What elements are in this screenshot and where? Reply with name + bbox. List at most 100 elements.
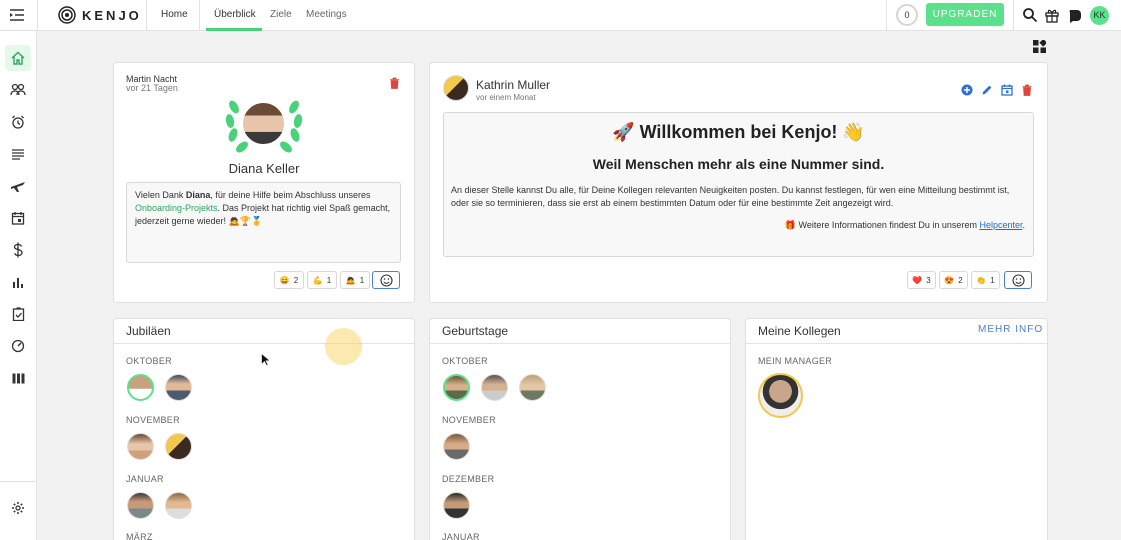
sidebar-item-documents[interactable] bbox=[5, 141, 31, 167]
reaction-count: 2 bbox=[958, 275, 963, 285]
gift-icon[interactable] bbox=[1044, 7, 1060, 23]
delete-icon[interactable] bbox=[389, 77, 400, 89]
reaction-button[interactable]: 🙇 1 bbox=[340, 271, 370, 289]
post-author[interactable]: Kathrin Muller bbox=[476, 78, 550, 92]
kudos-message: Vielen Dank Diana, für deine Hilfe beim … bbox=[126, 182, 401, 263]
top-bar: KENJO Home Überblick Ziele Meetings 0 UP… bbox=[0, 0, 1121, 31]
divider bbox=[0, 481, 37, 482]
welcome-help-line: 🎁 Weitere Informationen findest Du in un… bbox=[785, 220, 1025, 231]
sidebar-item-analytics[interactable] bbox=[5, 269, 31, 295]
reaction-button[interactable]: 👏 1 bbox=[971, 271, 1000, 289]
person-avatar[interactable] bbox=[127, 374, 154, 401]
person-avatar[interactable] bbox=[443, 492, 470, 519]
welcome-title: 🚀 Willkommen bei Kenjo! 👋 bbox=[612, 122, 865, 142]
anniversaries-card bbox=[113, 318, 415, 540]
sidebar-item-performance[interactable] bbox=[5, 333, 31, 359]
gauge-icon bbox=[11, 339, 25, 353]
kenjo-logo[interactable]: KENJO bbox=[58, 6, 142, 24]
add-circle-icon[interactable] bbox=[961, 84, 973, 96]
clipboard-check-icon bbox=[12, 307, 24, 321]
widget-grid-icon[interactable] bbox=[1033, 40, 1046, 53]
notification-counter[interactable]: 0 bbox=[896, 4, 918, 26]
reaction-count: 1 bbox=[990, 275, 995, 285]
reaction-button[interactable]: 😄 2 bbox=[274, 271, 304, 289]
sidebar-item-calendar[interactable] bbox=[5, 205, 31, 231]
upgrade-button[interactable]: UPGRADEN bbox=[926, 3, 1004, 26]
reaction-emoji: 💪 bbox=[312, 275, 323, 285]
reaction-count: 1 bbox=[359, 275, 365, 285]
person-avatar[interactable] bbox=[165, 492, 192, 519]
calendar-schedule-icon[interactable] bbox=[1001, 84, 1013, 96]
tab-ueberblick[interactable]: Überblick bbox=[214, 9, 256, 20]
reaction-count: 3 bbox=[926, 275, 931, 285]
person-avatar[interactable] bbox=[165, 433, 192, 460]
sidebar-item-home[interactable] bbox=[5, 45, 31, 71]
birthdays-title: Geburtstage bbox=[442, 324, 509, 338]
delete-icon[interactable] bbox=[1021, 84, 1033, 96]
edit-pencil-icon[interactable] bbox=[981, 84, 993, 96]
calendar-icon bbox=[11, 212, 25, 225]
click-highlight bbox=[325, 328, 362, 365]
divider bbox=[37, 0, 38, 31]
recipient-name: Diana Keller bbox=[228, 161, 300, 176]
kudos-project-link[interactable]: Onboarding-Projekts bbox=[135, 203, 218, 213]
tab-ziele[interactable]: Ziele bbox=[270, 9, 292, 20]
chat-icon[interactable] bbox=[1067, 7, 1083, 23]
dollar-icon bbox=[13, 242, 23, 258]
sidebar-item-people[interactable] bbox=[5, 77, 31, 103]
menu-collapse-icon[interactable] bbox=[9, 8, 25, 22]
search-icon[interactable] bbox=[1022, 7, 1038, 23]
person-avatar[interactable] bbox=[481, 374, 508, 401]
sidebar bbox=[0, 31, 37, 540]
nav-home[interactable]: Home bbox=[161, 9, 188, 20]
manager-avatar[interactable] bbox=[758, 373, 803, 418]
kudos-mention: Diana bbox=[185, 190, 211, 200]
divider bbox=[886, 0, 887, 31]
gear-icon bbox=[12, 502, 24, 514]
kenjo-logo-icon bbox=[58, 6, 76, 24]
reaction-emoji: ❤️ bbox=[912, 275, 923, 285]
sidebar-item-time-off[interactable] bbox=[5, 173, 31, 199]
person-avatar[interactable] bbox=[443, 433, 470, 460]
sidebar-item-settings[interactable] bbox=[5, 495, 31, 521]
person-avatar[interactable] bbox=[443, 374, 470, 401]
person-avatar[interactable] bbox=[127, 433, 154, 460]
reaction-button[interactable]: ❤️ 3 bbox=[907, 271, 936, 289]
author-avatar[interactable] bbox=[443, 75, 469, 101]
columns-icon bbox=[12, 373, 24, 383]
divider bbox=[746, 343, 1047, 344]
reaction-button[interactable]: 💪 1 bbox=[307, 271, 337, 289]
reaction-button[interactable]: 😍 2 bbox=[939, 271, 968, 289]
mouse-cursor-icon bbox=[261, 353, 270, 366]
colleagues-title: Meine Kollegen bbox=[758, 324, 841, 338]
month-label: OKTOBER bbox=[126, 356, 172, 366]
recipient-avatar[interactable] bbox=[241, 101, 286, 146]
sidebar-item-payroll[interactable] bbox=[5, 237, 31, 263]
tab-meetings[interactable]: Meetings bbox=[306, 9, 347, 20]
month-label: NOVEMBER bbox=[442, 415, 496, 425]
more-info-link[interactable]: MEHR INFO bbox=[978, 324, 1043, 335]
divider bbox=[199, 0, 200, 31]
month-label: JANUAR bbox=[126, 474, 164, 484]
person-avatar[interactable] bbox=[165, 374, 192, 401]
month-label: JANUAR bbox=[442, 532, 480, 540]
post-time: vor 21 Tagen bbox=[126, 83, 178, 93]
bar-chart-icon bbox=[13, 278, 23, 288]
user-avatar[interactable]: KK bbox=[1090, 6, 1109, 25]
sidebar-item-tasks[interactable] bbox=[5, 301, 31, 327]
kudos-text: Vielen Dank bbox=[135, 190, 186, 200]
manager-label: MEIN MANAGER bbox=[758, 356, 833, 366]
reaction-count: 1 bbox=[326, 275, 332, 285]
add-reaction-button[interactable] bbox=[372, 271, 400, 289]
person-avatar[interactable] bbox=[519, 374, 546, 401]
helpcenter-link[interactable]: Helpcenter bbox=[979, 220, 1022, 230]
divider bbox=[1013, 0, 1014, 31]
add-reaction-button[interactable] bbox=[1004, 271, 1032, 289]
sidebar-item-attendance[interactable] bbox=[5, 109, 31, 135]
divider bbox=[430, 343, 730, 344]
sidebar-item-boards[interactable] bbox=[5, 365, 31, 391]
help-suffix: . bbox=[1022, 220, 1025, 230]
welcome-subtitle: Weil Menschen mehr als eine Nummer sind. bbox=[592, 156, 885, 172]
person-avatar[interactable] bbox=[127, 492, 154, 519]
month-label: OKTOBER bbox=[442, 356, 488, 366]
